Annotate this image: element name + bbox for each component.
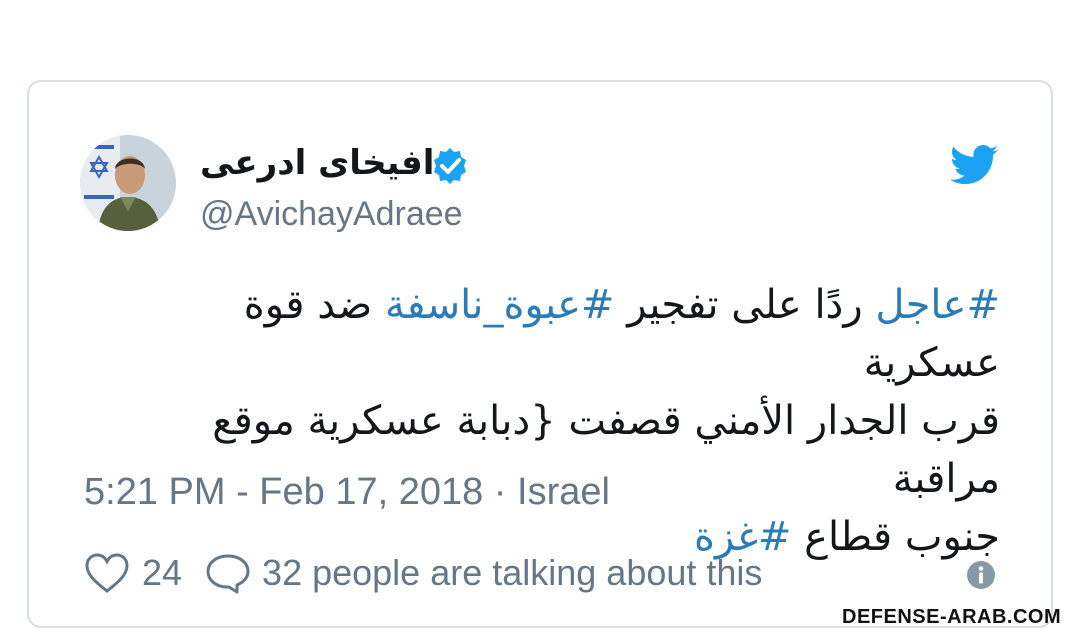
- like-count: 24: [142, 552, 183, 593]
- tweet-timestamp[interactable]: 5:21 PM - Feb 17, 2018 · Israel: [84, 471, 610, 514]
- info-icon[interactable]: [966, 560, 996, 590]
- author-handle[interactable]: @AvichayAdraee: [200, 195, 463, 233]
- conversation-button[interactable]: 32 people are talking about this: [204, 552, 762, 594]
- tweet-text-segment: ردًا على تفجير: [614, 282, 876, 328]
- tweet-actions: 24 32 people are talking about this: [84, 550, 762, 596]
- tweet-text-segment: جنوب قطاع: [791, 514, 1000, 560]
- hashtag-link[interactable]: #عبوة_ناسفة: [385, 282, 615, 328]
- hashtag-link[interactable]: #عاجل: [875, 282, 1000, 328]
- heart-icon: [85, 553, 129, 593]
- tweet-text-line-1: #عاجل ردًا على تفجير #عبوة_ناسفة ضد قوة …: [100, 276, 1000, 392]
- avatar[interactable]: [80, 135, 176, 231]
- talking-count: 32 people are talking about this: [262, 552, 763, 593]
- like-button[interactable]: 24: [84, 552, 204, 594]
- verified-badge-icon: [430, 146, 470, 186]
- tweet-text: #عاجل ردًا على تفجير #عبوة_ناسفة ضد قوة …: [100, 276, 1000, 566]
- chat-bubble-icon: [206, 554, 250, 594]
- author-display-name[interactable]: افيخاى ادرعى: [200, 146, 434, 180]
- twitter-bird-icon[interactable]: [950, 145, 998, 185]
- watermark: DEFENSE-ARAB.COM: [842, 606, 1062, 628]
